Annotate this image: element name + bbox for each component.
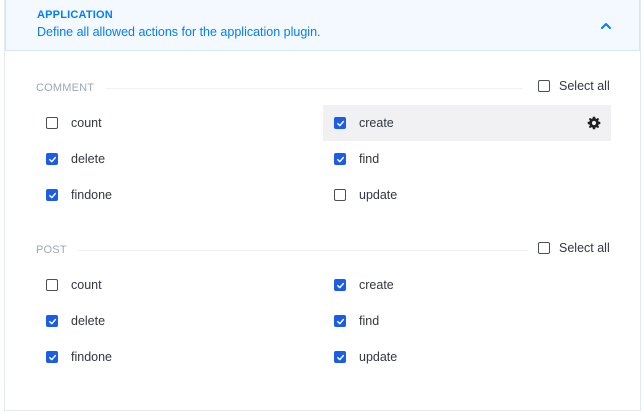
action-find[interactable]: find bbox=[323, 141, 611, 177]
action-update[interactable]: update bbox=[323, 177, 611, 213]
action-label: findone bbox=[71, 350, 113, 364]
check-icon bbox=[336, 318, 344, 324]
checkbox-find[interactable] bbox=[334, 315, 346, 327]
action-delete[interactable]: delete bbox=[36, 303, 286, 339]
check-icon bbox=[48, 156, 56, 162]
checkbox-findone[interactable] bbox=[46, 189, 58, 201]
gear-icon[interactable] bbox=[587, 116, 601, 130]
action-count[interactable]: count bbox=[36, 105, 286, 141]
action-label: create bbox=[359, 116, 394, 130]
chevron-up-icon[interactable] bbox=[598, 18, 614, 34]
select-all-comment[interactable]: Select all bbox=[538, 79, 610, 93]
action-create[interactable]: create bbox=[323, 105, 611, 141]
checkbox-findone[interactable] bbox=[46, 351, 58, 363]
action-label: count bbox=[71, 278, 102, 292]
checkbox-create[interactable] bbox=[334, 117, 346, 129]
select-all-checkbox[interactable] bbox=[538, 242, 550, 254]
checkbox-delete[interactable] bbox=[46, 153, 58, 165]
check-icon bbox=[48, 192, 56, 198]
action-label: count bbox=[71, 116, 102, 130]
section-post: POST Select all count create delete find… bbox=[5, 237, 640, 377]
select-all-checkbox[interactable] bbox=[538, 80, 550, 92]
panel-title: APPLICATION bbox=[37, 9, 113, 21]
action-label: findone bbox=[71, 188, 113, 202]
action-findone[interactable]: findone bbox=[36, 339, 286, 375]
application-header[interactable]: APPLICATION Define all allowed actions f… bbox=[5, 0, 640, 51]
action-label: update bbox=[359, 188, 398, 202]
check-icon bbox=[336, 354, 344, 360]
check-icon bbox=[336, 282, 344, 288]
action-label: update bbox=[359, 350, 398, 364]
action-label: delete bbox=[71, 152, 106, 166]
section-divider bbox=[77, 250, 529, 251]
check-icon bbox=[336, 156, 344, 162]
check-icon bbox=[48, 318, 56, 324]
panel-subtitle: Define all allowed actions for the appli… bbox=[37, 25, 321, 39]
action-label: create bbox=[359, 278, 394, 292]
checkbox-find[interactable] bbox=[334, 153, 346, 165]
section-divider bbox=[105, 88, 523, 89]
section-title: COMMENT bbox=[36, 82, 95, 94]
action-update[interactable]: update bbox=[323, 339, 611, 375]
select-all-post[interactable]: Select all bbox=[538, 241, 610, 255]
checkbox-update[interactable] bbox=[334, 351, 346, 363]
check-icon bbox=[336, 120, 344, 126]
checkbox-update[interactable] bbox=[334, 189, 346, 201]
action-delete[interactable]: delete bbox=[36, 141, 286, 177]
check-icon bbox=[48, 354, 56, 360]
action-findone[interactable]: findone bbox=[36, 177, 286, 213]
action-find[interactable]: find bbox=[323, 303, 611, 339]
action-label: delete bbox=[71, 314, 106, 328]
section-comment: COMMENT Select all count create delete f… bbox=[5, 75, 640, 215]
action-create[interactable]: create bbox=[323, 267, 611, 303]
action-label: find bbox=[359, 152, 380, 166]
checkbox-count[interactable] bbox=[46, 279, 58, 291]
select-all-label: Select all bbox=[559, 241, 610, 255]
checkbox-count[interactable] bbox=[46, 117, 58, 129]
permissions-panel: APPLICATION Define all allowed actions f… bbox=[4, 0, 641, 411]
checkbox-create[interactable] bbox=[334, 279, 346, 291]
action-count[interactable]: count bbox=[36, 267, 286, 303]
action-label: find bbox=[359, 314, 380, 328]
checkbox-delete[interactable] bbox=[46, 315, 58, 327]
section-title: POST bbox=[36, 244, 67, 256]
select-all-label: Select all bbox=[559, 79, 610, 93]
